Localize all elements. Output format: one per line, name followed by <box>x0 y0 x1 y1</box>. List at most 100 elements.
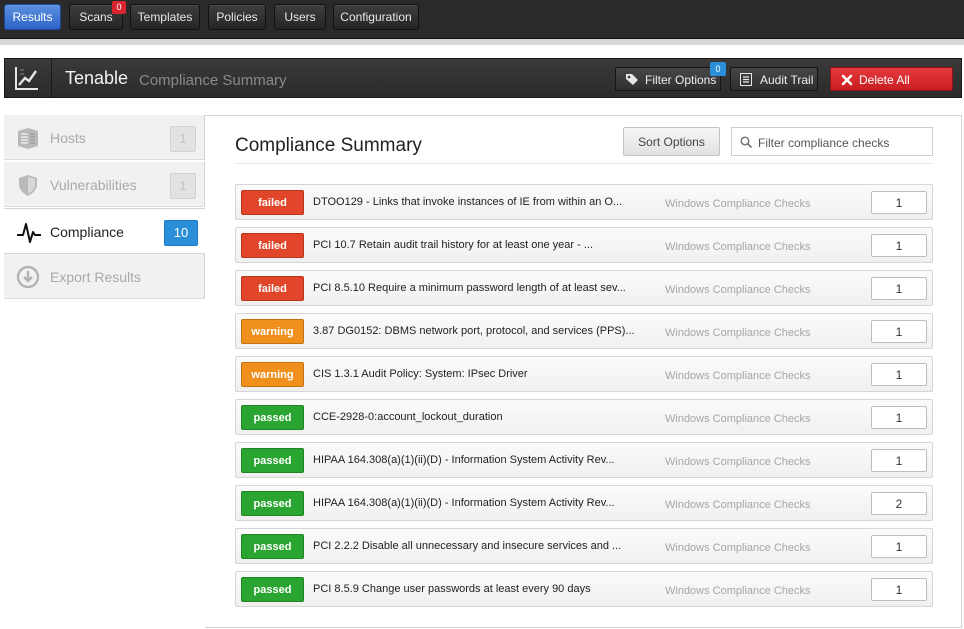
nav-label: Scans <box>79 10 113 24</box>
nav-scans[interactable]: Scans 0 <box>69 1 126 30</box>
nav-label: Configuration <box>340 10 412 24</box>
check-name: PCI 8.5.9 Change user passwords at least… <box>313 583 591 595</box>
compliance-row[interactable]: failed DTOO129 - Links that invoke insta… <box>235 184 933 220</box>
compliance-row[interactable]: warning CIS 1.3.1 Audit Policy: System: … <box>235 356 933 392</box>
logo <box>5 59 52 97</box>
vulnerabilities-count: 1 <box>170 173 196 199</box>
result-count: 1 <box>871 578 927 601</box>
hosts-count: 1 <box>170 126 196 152</box>
nav-label: Users <box>284 10 316 24</box>
nav-configuration[interactable]: Configuration <box>333 4 419 30</box>
sort-options-button[interactable]: Sort Options <box>623 127 720 156</box>
filter-options-label: Filter Options <box>645 73 717 87</box>
delete-all-results-label: Delete All Results <box>859 73 910 111</box>
plugin-family: Windows Compliance Checks <box>665 413 811 425</box>
plugin-family: Windows Compliance Checks <box>665 585 811 597</box>
status-badge: passed <box>241 448 304 473</box>
check-name: HIPAA 164.308(a)(1)(ii)(D) - Information… <box>313 454 615 466</box>
status-badge: passed <box>241 534 304 559</box>
plugin-family: Windows Compliance Checks <box>665 370 811 382</box>
audit-trail-label: Audit Trail <box>760 73 814 87</box>
sort-options-label: Sort Options <box>638 135 705 149</box>
nav-results[interactable]: Results <box>4 4 61 30</box>
plugin-family: Windows Compliance Checks <box>665 241 811 253</box>
sidebar-item-compliance[interactable]: Compliance 10 <box>4 208 205 254</box>
check-name: CCE-2928-0:account_lockout_duration <box>313 411 503 423</box>
nav-label: Policies <box>216 10 258 24</box>
status-badge: warning <box>241 319 304 344</box>
compliance-row[interactable]: failed PCI 8.5.10 Require a minimum pass… <box>235 270 933 306</box>
sidebar-item-vulnerabilities[interactable]: Vulnerabilities 1 <box>4 162 205 207</box>
compliance-row[interactable]: warning 3.87 DG0152: DBMS network port, … <box>235 313 933 349</box>
sidebar: Hosts 1 Vulnerabilities 1 Compliance 10 … <box>4 115 205 300</box>
filter-compliance-input[interactable] <box>756 132 932 153</box>
sidebar-item-export-results[interactable]: Export Results <box>4 254 205 299</box>
plugin-family: Windows Compliance Checks <box>665 284 811 296</box>
sidebar-item-label: Vulnerabilities <box>50 177 137 193</box>
nav-templates[interactable]: Templates <box>130 4 200 30</box>
scans-count-badge: 0 <box>112 1 126 14</box>
compliance-row[interactable]: passed HIPAA 164.308(a)(1)(ii)(D) - Info… <box>235 485 933 521</box>
sidebar-item-label: Export Results <box>50 269 142 285</box>
result-count: 1 <box>871 363 927 386</box>
plugin-family: Windows Compliance Checks <box>665 327 811 339</box>
result-count: 1 <box>871 191 927 214</box>
server-icon <box>18 128 38 149</box>
result-count: 1 <box>871 234 927 257</box>
check-name: DTOO129 - Links that invoke instances of… <box>313 196 623 208</box>
result-count: 1 <box>871 277 927 300</box>
delete-all-results-button[interactable]: Delete All Results <box>830 67 953 111</box>
result-count: 1 <box>871 449 927 472</box>
compliance-row[interactable]: passed PCI 2.2.2 Disable all unnecessary… <box>235 528 933 564</box>
check-name: HIPAA 164.308(a)(1)(ii)(D) - Information… <box>313 497 615 509</box>
compliance-panel: Compliance Summary Sort Options failed D… <box>205 115 962 628</box>
status-badge: failed <box>241 190 304 215</box>
status-badge: failed <box>241 233 304 258</box>
compliance-count: 10 <box>164 220 198 246</box>
page-subtitle: Compliance Summary <box>139 72 287 89</box>
status-badge: warning <box>241 362 304 387</box>
status-badge: passed <box>241 405 304 430</box>
close-icon <box>841 74 853 86</box>
download-circle-icon <box>16 265 40 289</box>
filter-options-badge: 0 <box>710 62 726 76</box>
result-count: 1 <box>871 406 927 429</box>
plugin-family: Windows Compliance Checks <box>665 456 811 468</box>
page-header: Tenable Compliance Summary Filter Option… <box>4 58 962 111</box>
page-title: Compliance Summary <box>235 135 422 156</box>
chart-logo-icon <box>15 67 38 90</box>
check-name: CIS 1.3.1 Audit Policy: System: IPsec Dr… <box>313 368 528 380</box>
search-icon <box>740 136 752 148</box>
nav-divider <box>0 39 964 45</box>
plugin-family: Windows Compliance Checks <box>665 499 811 511</box>
brand-name: Tenable <box>65 68 129 88</box>
sidebar-item-hosts[interactable]: Hosts 1 <box>4 115 205 160</box>
status-badge: passed <box>241 577 304 602</box>
filter-compliance-search[interactable] <box>731 127 933 156</box>
compliance-row[interactable]: failed PCI 10.7 Retain audit trail histo… <box>235 227 933 263</box>
compliance-row[interactable]: passed HIPAA 164.308(a)(1)(ii)(D) - Info… <box>235 442 933 478</box>
list-document-icon <box>740 73 752 86</box>
compliance-row[interactable]: passed CCE-2928-0:account_lockout_durati… <box>235 399 933 435</box>
tag-icon <box>626 74 638 85</box>
top-navigation: Results Scans 0 Templates Policies Users… <box>0 0 964 39</box>
result-count: 1 <box>871 535 927 558</box>
plugin-family: Windows Compliance Checks <box>665 542 811 554</box>
compliance-row[interactable]: passed PCI 8.5.9 Change user passwords a… <box>235 571 933 607</box>
filter-options-button[interactable]: Filter Options 0 <box>615 62 726 91</box>
check-name: PCI 2.2.2 Disable all unnecessary and in… <box>313 540 622 552</box>
check-name: PCI 8.5.10 Require a minimum password le… <box>313 282 626 294</box>
nav-users[interactable]: Users <box>274 4 326 30</box>
nav-label: Results <box>12 10 53 24</box>
plugin-family: Windows Compliance Checks <box>665 198 811 210</box>
check-name: 3.87 DG0152: DBMS network port, protocol… <box>313 325 635 337</box>
status-badge: failed <box>241 276 304 301</box>
check-name: PCI 10.7 Retain audit trail history for … <box>313 239 594 251</box>
status-badge: passed <box>241 491 304 516</box>
sidebar-item-label: Compliance <box>50 224 124 240</box>
audit-trail-button[interactable]: Audit Trail <box>730 67 818 91</box>
pulse-icon <box>17 223 41 243</box>
result-count: 1 <box>871 320 927 343</box>
nav-policies[interactable]: Policies <box>208 4 266 30</box>
result-count: 2 <box>871 492 927 515</box>
